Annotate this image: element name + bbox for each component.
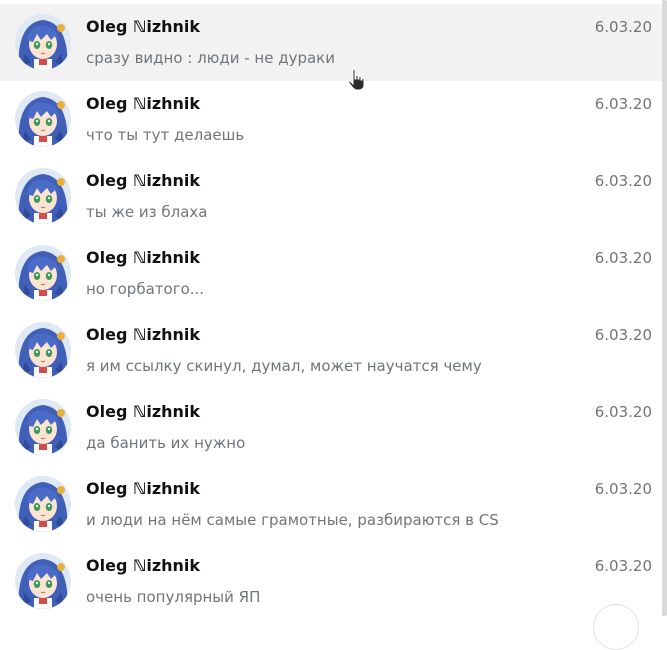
message-date: 6.03.20 (594, 480, 652, 498)
message-row[interactable]: Oleg ℕizhnik 6.03.20 но горбатого... (0, 235, 662, 312)
message-date: 6.03.20 (594, 18, 652, 36)
scrollbar-thumb[interactable] (662, 0, 667, 616)
message-date: 6.03.20 (594, 249, 652, 267)
message-text: и люди на нём самые грамотные, разбирают… (86, 511, 499, 529)
sender-name[interactable]: Oleg ℕizhnik (86, 556, 200, 575)
avatar[interactable] (15, 476, 71, 532)
message-text: но горбатого... (86, 280, 205, 298)
message-text: я им ссылку скинул, думал, может научатс… (86, 357, 482, 375)
message-list: Oleg ℕizhnik 6.03.20 сразу видно : люди … (0, 4, 662, 620)
avatar[interactable] (15, 399, 71, 455)
message-date: 6.03.20 (594, 172, 652, 190)
sender-name[interactable]: Oleg ℕizhnik (86, 479, 200, 498)
avatar[interactable] (15, 91, 71, 147)
message-row[interactable]: Oleg ℕizhnik 6.03.20 очень популярный ЯП (0, 543, 662, 620)
message-text: что ты тут делаешь (86, 126, 245, 144)
avatar[interactable] (15, 322, 71, 378)
message-row[interactable]: Oleg ℕizhnik 6.03.20 что ты тут делаешь (0, 81, 662, 158)
message-row[interactable]: Oleg ℕizhnik 6.03.20 сразу видно : люди … (0, 4, 662, 81)
message-row[interactable]: Oleg ℕizhnik 6.03.20 я им ссылку скинул,… (0, 312, 662, 389)
avatar[interactable] (15, 245, 71, 301)
sender-name[interactable]: Oleg ℕizhnik (86, 248, 200, 267)
message-text: ты же из блаха (86, 203, 208, 221)
message-row[interactable]: Oleg ℕizhnik 6.03.20 да банить их нужно (0, 389, 662, 466)
sender-name[interactable]: Oleg ℕizhnik (86, 17, 200, 36)
sender-name[interactable]: Oleg ℕizhnik (86, 402, 200, 421)
message-row[interactable]: Oleg ℕizhnik 6.03.20 ты же из блаха (0, 158, 662, 235)
message-text: очень популярный ЯП (86, 588, 261, 606)
message-text: сразу видно : люди - не дураки (86, 49, 335, 67)
sender-name[interactable]: Oleg ℕizhnik (86, 325, 200, 344)
message-row[interactable]: Oleg ℕizhnik 6.03.20 и люди на нём самые… (0, 466, 662, 543)
scroll-down-button[interactable] (593, 604, 639, 650)
sender-name[interactable]: Oleg ℕizhnik (86, 171, 200, 190)
scrollbar-track[interactable] (662, 0, 667, 616)
message-date: 6.03.20 (594, 557, 652, 575)
message-date: 6.03.20 (594, 326, 652, 344)
avatar[interactable] (15, 553, 71, 609)
avatar[interactable] (15, 14, 71, 70)
message-date: 6.03.20 (594, 403, 652, 421)
message-text: да банить их нужно (86, 434, 246, 452)
avatar[interactable] (15, 168, 71, 224)
message-date: 6.03.20 (594, 95, 652, 113)
sender-name[interactable]: Oleg ℕizhnik (86, 94, 200, 113)
